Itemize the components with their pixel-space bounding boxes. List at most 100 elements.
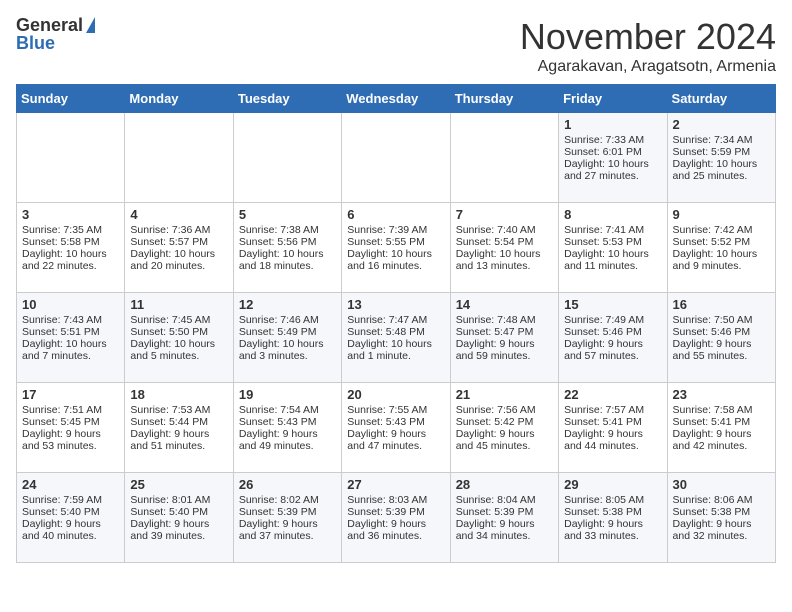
day-number: 20 <box>347 387 444 402</box>
day-number: 3 <box>22 207 119 222</box>
day-info-line: Daylight: 9 hours and 39 minutes. <box>130 518 227 542</box>
day-number: 1 <box>564 117 661 132</box>
day-info-line: Sunrise: 7:46 AM <box>239 314 336 326</box>
day-info-line: Sunrise: 7:45 AM <box>130 314 227 326</box>
day-info-line: Sunset: 5:54 PM <box>456 236 553 248</box>
calendar-cell: 3 Sunrise: 7:35 AMSunset: 5:58 PMDaylight… <box>17 203 125 293</box>
header-monday: Monday <box>125 85 233 113</box>
day-info-line: Sunrise: 8:06 AM <box>673 494 770 506</box>
day-info-line: Daylight: 10 hours and 27 minutes. <box>564 158 661 182</box>
calendar-cell: 23Sunrise: 7:58 AMSunset: 5:41 PMDayligh… <box>667 383 775 473</box>
calendar-cell: 11 Sunrise: 7:45 AMSunset: 5:50 PMDayligh… <box>125 293 233 383</box>
day-info-line: Sunrise: 7:54 AM <box>239 404 336 416</box>
week-row-2: 3Sunrise: 7:35 AMSunset: 5:58 PMDaylight… <box>17 203 776 293</box>
day-info-line: Sunrise: 7:41 AM <box>564 224 661 236</box>
location-subtitle: Agarakavan, Aragatsotn, Armenia <box>520 58 776 76</box>
day-info-line: Sunset: 5:38 PM <box>673 506 770 518</box>
day-info-line: Daylight: 10 hours and 25 minutes. <box>673 158 770 182</box>
day-number: 16 <box>673 297 770 312</box>
day-info-line: Sunset: 5:50 PM <box>130 326 227 338</box>
day-info-line: Daylight: 9 hours and 47 minutes. <box>347 428 444 452</box>
day-info-line: Sunset: 5:58 PM <box>22 236 119 248</box>
day-info-line: Sunset: 5:56 PM <box>239 236 336 248</box>
day-number: 8 <box>564 207 661 222</box>
day-info-line: Sunrise: 7:48 AM <box>456 314 553 326</box>
day-info-line: Sunset: 5:39 PM <box>456 506 553 518</box>
logo-blue-text: Blue <box>16 34 55 54</box>
day-info-line: Sunrise: 7:58 AM <box>673 404 770 416</box>
day-info-line: Sunset: 5:41 PM <box>564 416 661 428</box>
calendar-cell: 8Sunrise: 7:41 AMSunset: 5:53 PMDaylight… <box>559 203 667 293</box>
day-info-line: Sunrise: 7:59 AM <box>22 494 119 506</box>
page-header: General Blue November 2024 Agarakavan, A… <box>16 16 776 76</box>
day-info-line: Sunrise: 8:02 AM <box>239 494 336 506</box>
day-info-line: Sunset: 5:41 PM <box>673 416 770 428</box>
day-number: 5 <box>239 207 336 222</box>
day-info-line: Daylight: 9 hours and 49 minutes. <box>239 428 336 452</box>
day-info-line: Sunset: 5:49 PM <box>239 326 336 338</box>
day-info-line: Daylight: 10 hours and 13 minutes. <box>456 248 553 272</box>
day-info-line: Sunset: 5:48 PM <box>347 326 444 338</box>
calendar-header-row: SundayMondayTuesdayWednesdayThursdayFrid… <box>17 85 776 113</box>
calendar-cell: 7Sunrise: 7:40 AMSunset: 5:54 PMDaylight… <box>450 203 558 293</box>
day-info-line: Sunrise: 7:56 AM <box>456 404 553 416</box>
calendar-cell: 16Sunrise: 7:50 AMSunset: 5:46 PMDayligh… <box>667 293 775 383</box>
day-info-line: Daylight: 10 hours and 5 minutes. <box>130 338 227 362</box>
day-info-line: Sunset: 5:47 PM <box>456 326 553 338</box>
logo: General Blue <box>16 16 95 54</box>
day-info-line: Sunset: 5:59 PM <box>673 146 770 158</box>
day-info-line: Daylight: 10 hours and 22 minutes. <box>22 248 119 272</box>
day-info-line: Sunrise: 7:36 AM <box>130 224 227 236</box>
calendar-cell: 25Sunrise: 8:01 AMSunset: 5:40 PMDayligh… <box>125 473 233 563</box>
day-info-line: Sunrise: 7:49 AM <box>564 314 661 326</box>
day-info-line: Sunrise: 7:35 AM <box>22 224 119 236</box>
calendar-cell: 10Sunrise: 7:43 AMSunset: 5:51 PMDayligh… <box>17 293 125 383</box>
day-info-line: Daylight: 9 hours and 57 minutes. <box>564 338 661 362</box>
calendar-cell: 4Sunrise: 7:36 AMSunset: 5:57 PMDaylight… <box>125 203 233 293</box>
calendar-cell: 12Sunrise: 7:46 AMSunset: 5:49 PMDayligh… <box>233 293 341 383</box>
day-info-line: Daylight: 9 hours and 34 minutes. <box>456 518 553 542</box>
day-info-line: Sunrise: 7:50 AM <box>673 314 770 326</box>
day-info-line: Daylight: 10 hours and 18 minutes. <box>239 248 336 272</box>
calendar-cell: 15Sunrise: 7:49 AMSunset: 5:46 PMDayligh… <box>559 293 667 383</box>
day-info-line: Sunrise: 8:04 AM <box>456 494 553 506</box>
day-number: 27 <box>347 477 444 492</box>
day-info-line: Sunrise: 7:39 AM <box>347 224 444 236</box>
day-number: 9 <box>673 207 770 222</box>
day-info-line: Sunset: 5:44 PM <box>130 416 227 428</box>
calendar-cell: 13Sunrise: 7:47 AMSunset: 5:48 PMDayligh… <box>342 293 450 383</box>
day-info-line: Sunrise: 7:51 AM <box>22 404 119 416</box>
calendar-cell: 17Sunrise: 7:51 AMSunset: 5:45 PMDayligh… <box>17 383 125 473</box>
day-info-line: Sunrise: 7:34 AM <box>673 134 770 146</box>
day-info-line: Sunrise: 8:05 AM <box>564 494 661 506</box>
week-row-4: 17Sunrise: 7:51 AMSunset: 5:45 PMDayligh… <box>17 383 776 473</box>
day-info-line: Daylight: 9 hours and 51 minutes. <box>130 428 227 452</box>
day-info-line: Sunset: 5:40 PM <box>22 506 119 518</box>
day-info-line: Daylight: 10 hours and 20 minutes. <box>130 248 227 272</box>
day-info-line: Daylight: 10 hours and 9 minutes. <box>673 248 770 272</box>
header-friday: Friday <box>559 85 667 113</box>
day-number: 2 <box>673 117 770 132</box>
day-info-line: Sunrise: 7:38 AM <box>239 224 336 236</box>
header-thursday: Thursday <box>450 85 558 113</box>
day-info-line: Sunset: 5:39 PM <box>347 506 444 518</box>
calendar-cell: 5 Sunrise: 7:38 AMSunset: 5:56 PMDaylight… <box>233 203 341 293</box>
day-number: 22 <box>564 387 661 402</box>
day-info-line: Sunrise: 7:57 AM <box>564 404 661 416</box>
day-info-line: Sunset: 5:39 PM <box>239 506 336 518</box>
day-info-line: Daylight: 9 hours and 45 minutes. <box>456 428 553 452</box>
day-info-line: Daylight: 9 hours and 59 minutes. <box>456 338 553 362</box>
week-row-5: 24Sunrise: 7:59 AMSunset: 5:40 PMDayligh… <box>17 473 776 563</box>
day-info-line: Daylight: 9 hours and 32 minutes. <box>673 518 770 542</box>
calendar-cell: 22Sunrise: 7:57 AMSunset: 5:41 PMDayligh… <box>559 383 667 473</box>
day-info-line: Sunset: 5:52 PM <box>673 236 770 248</box>
day-info-line: Sunset: 5:46 PM <box>673 326 770 338</box>
day-info-line: Daylight: 10 hours and 7 minutes. <box>22 338 119 362</box>
day-info-line: Daylight: 9 hours and 53 minutes. <box>22 428 119 452</box>
day-info-line: Sunset: 6:01 PM <box>564 146 661 158</box>
day-number: 13 <box>347 297 444 312</box>
day-number: 21 <box>456 387 553 402</box>
calendar-cell <box>233 113 341 203</box>
month-title: November 2024 <box>520 16 776 58</box>
day-number: 11 <box>130 297 227 312</box>
